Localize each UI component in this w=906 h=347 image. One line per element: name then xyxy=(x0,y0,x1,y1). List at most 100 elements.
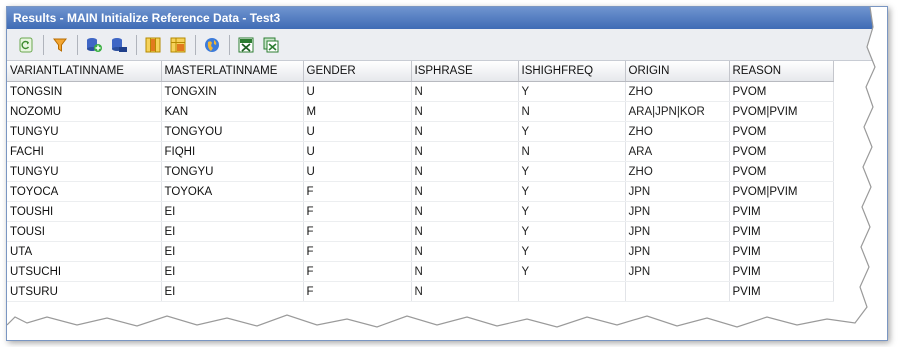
cell-reason[interactable]: PVOM|PVIM xyxy=(729,181,834,202)
cell-isphrase[interactable]: N xyxy=(411,281,519,302)
cell-ishighfreq[interactable]: Y xyxy=(518,81,626,102)
column-header-isphrase[interactable]: ISPHRASE xyxy=(411,61,519,82)
excel-icon[interactable] xyxy=(235,34,257,56)
column-header-ishighfreq[interactable]: ISHIGHFREQ xyxy=(518,61,626,82)
cell-gender[interactable]: F xyxy=(303,241,412,262)
column-header-origin[interactable]: ORIGIN xyxy=(625,61,730,82)
cell-masterlatinname[interactable]: TONGYU xyxy=(161,161,304,182)
cell-reason[interactable]: PVIM xyxy=(729,281,834,302)
cell-origin[interactable]: ZHO xyxy=(625,121,730,142)
cell-origin[interactable]: JPN xyxy=(625,181,730,202)
cell-reason[interactable]: PVOM xyxy=(729,161,834,182)
cell-isphrase[interactable]: N xyxy=(411,241,519,262)
cell-gender[interactable]: F xyxy=(303,261,412,282)
cell-masterlatinname[interactable]: EI xyxy=(161,281,304,302)
cell-ishighfreq[interactable]: Y xyxy=(518,241,626,262)
cell-gender[interactable]: U xyxy=(303,81,412,102)
cell-origin[interactable]: JPN xyxy=(625,241,730,262)
cell-gender[interactable]: U xyxy=(303,141,412,162)
cell-ishighfreq[interactable]: Y xyxy=(518,201,626,222)
cell-masterlatinname[interactable]: TONGXIN xyxy=(161,81,304,102)
cell-isphrase[interactable]: N xyxy=(411,121,519,142)
cell-masterlatinname[interactable]: EI xyxy=(161,201,304,222)
cell-variantlatinname[interactable]: UTSURU xyxy=(7,281,162,302)
table-row[interactable]: UTSUCHI EI F N Y JPN PVIM xyxy=(7,261,887,282)
cell-masterlatinname[interactable]: EI xyxy=(161,261,304,282)
cell-masterlatinname[interactable]: TOYOKA xyxy=(161,181,304,202)
cell-origin[interactable]: JPN xyxy=(625,201,730,222)
cell-isphrase[interactable]: N xyxy=(411,101,519,122)
grid-layout-icon[interactable] xyxy=(167,34,189,56)
table-row[interactable]: TOUSI EI F N Y JPN PVIM xyxy=(7,221,887,242)
cell-variantlatinname[interactable]: UTA xyxy=(7,241,162,262)
cell-reason[interactable]: PVIM xyxy=(729,261,834,282)
cell-origin[interactable]: JPN xyxy=(625,261,730,282)
column-header-reason[interactable]: REASON xyxy=(729,61,834,82)
cell-ishighfreq[interactable]: Y xyxy=(518,261,626,282)
export-database-icon[interactable] xyxy=(108,34,130,56)
cell-gender[interactable]: M xyxy=(303,101,412,122)
table-row[interactable]: TUNGYU TONGYU U N Y ZHO PVOM xyxy=(7,161,887,182)
cell-ishighfreq[interactable] xyxy=(518,281,626,302)
cell-gender[interactable]: U xyxy=(303,121,412,142)
column-header-variantlatinname[interactable]: VARIANTLATINNAME xyxy=(7,61,162,82)
cell-reason[interactable]: PVIM xyxy=(729,201,834,222)
cell-reason[interactable]: PVOM xyxy=(729,121,834,142)
cell-variantlatinname[interactable]: TUNGYU xyxy=(7,161,162,182)
column-header-gender[interactable]: GENDER xyxy=(303,61,412,82)
cell-variantlatinname[interactable]: FACHI xyxy=(7,141,162,162)
cell-isphrase[interactable]: N xyxy=(411,141,519,162)
table-row[interactable]: TOYOCA TOYOKA F N Y JPN PVOM|PVIM xyxy=(7,181,887,202)
cell-ishighfreq[interactable]: Y xyxy=(518,221,626,242)
cell-masterlatinname[interactable]: TONGYOU xyxy=(161,121,304,142)
cell-variantlatinname[interactable]: NOZOMU xyxy=(7,101,162,122)
cell-isphrase[interactable]: N xyxy=(411,201,519,222)
table-row[interactable]: TONGSIN TONGXIN U N Y ZHO PVOM xyxy=(7,81,887,102)
cell-masterlatinname[interactable]: KAN xyxy=(161,101,304,122)
table-row[interactable]: UTA EI F N Y JPN PVIM xyxy=(7,241,887,262)
cell-gender[interactable]: F xyxy=(303,221,412,242)
cell-ishighfreq[interactable]: N xyxy=(518,101,626,122)
cell-origin[interactable]: ARA xyxy=(625,141,730,162)
add-database-icon[interactable] xyxy=(83,34,105,56)
cell-masterlatinname[interactable]: EI xyxy=(161,221,304,242)
grid-columns-icon[interactable] xyxy=(142,34,164,56)
cell-reason[interactable]: PVIM xyxy=(729,221,834,242)
cell-reason[interactable]: PVOM xyxy=(729,81,834,102)
cell-reason[interactable]: PVOM|PVIM xyxy=(729,101,834,122)
cell-isphrase[interactable]: N xyxy=(411,261,519,282)
cell-isphrase[interactable]: N xyxy=(411,81,519,102)
cell-ishighfreq[interactable]: Y xyxy=(518,121,626,142)
cell-gender[interactable]: F xyxy=(303,201,412,222)
cell-masterlatinname[interactable]: EI xyxy=(161,241,304,262)
cell-variantlatinname[interactable]: TUNGYU xyxy=(7,121,162,142)
cell-origin[interactable]: ARA|JPN|KOR xyxy=(625,101,730,122)
excel-export-icon[interactable] xyxy=(260,34,282,56)
table-row[interactable]: NOZOMU KAN M N N ARA|JPN|KOR PVOM|PVIM xyxy=(7,101,887,122)
cell-ishighfreq[interactable]: N xyxy=(518,141,626,162)
cell-ishighfreq[interactable]: Y xyxy=(518,181,626,202)
cell-origin[interactable] xyxy=(625,281,730,302)
cell-isphrase[interactable]: N xyxy=(411,181,519,202)
cell-isphrase[interactable]: N xyxy=(411,161,519,182)
results-grid[interactable]: VARIANTLATINNAME MASTERLATINNAME GENDER … xyxy=(7,61,887,340)
table-row[interactable]: TOUSHI EI F N Y JPN PVIM xyxy=(7,201,887,222)
cell-variantlatinname[interactable]: TONGSIN xyxy=(7,81,162,102)
cell-variantlatinname[interactable]: UTSUCHI xyxy=(7,261,162,282)
cell-variantlatinname[interactable]: TOYOCA xyxy=(7,181,162,202)
cell-isphrase[interactable]: N xyxy=(411,221,519,242)
cell-masterlatinname[interactable]: FIQHI xyxy=(161,141,304,162)
table-row[interactable]: FACHI FIQHI U N N ARA PVOM xyxy=(7,141,887,162)
cell-origin[interactable]: ZHO xyxy=(625,161,730,182)
cell-origin[interactable]: ZHO xyxy=(625,81,730,102)
cell-variantlatinname[interactable]: TOUSI xyxy=(7,221,162,242)
cell-ishighfreq[interactable]: Y xyxy=(518,161,626,182)
cell-origin[interactable]: JPN xyxy=(625,221,730,242)
cell-variantlatinname[interactable]: TOUSHI xyxy=(7,201,162,222)
cell-gender[interactable]: F xyxy=(303,281,412,302)
cell-reason[interactable]: PVOM xyxy=(729,141,834,162)
cell-gender[interactable]: U xyxy=(303,161,412,182)
table-row[interactable]: TUNGYU TONGYOU U N Y ZHO PVOM xyxy=(7,121,887,142)
table-row[interactable]: UTSURU EI F N PVIM xyxy=(7,281,887,302)
globe-icon[interactable] xyxy=(201,34,223,56)
